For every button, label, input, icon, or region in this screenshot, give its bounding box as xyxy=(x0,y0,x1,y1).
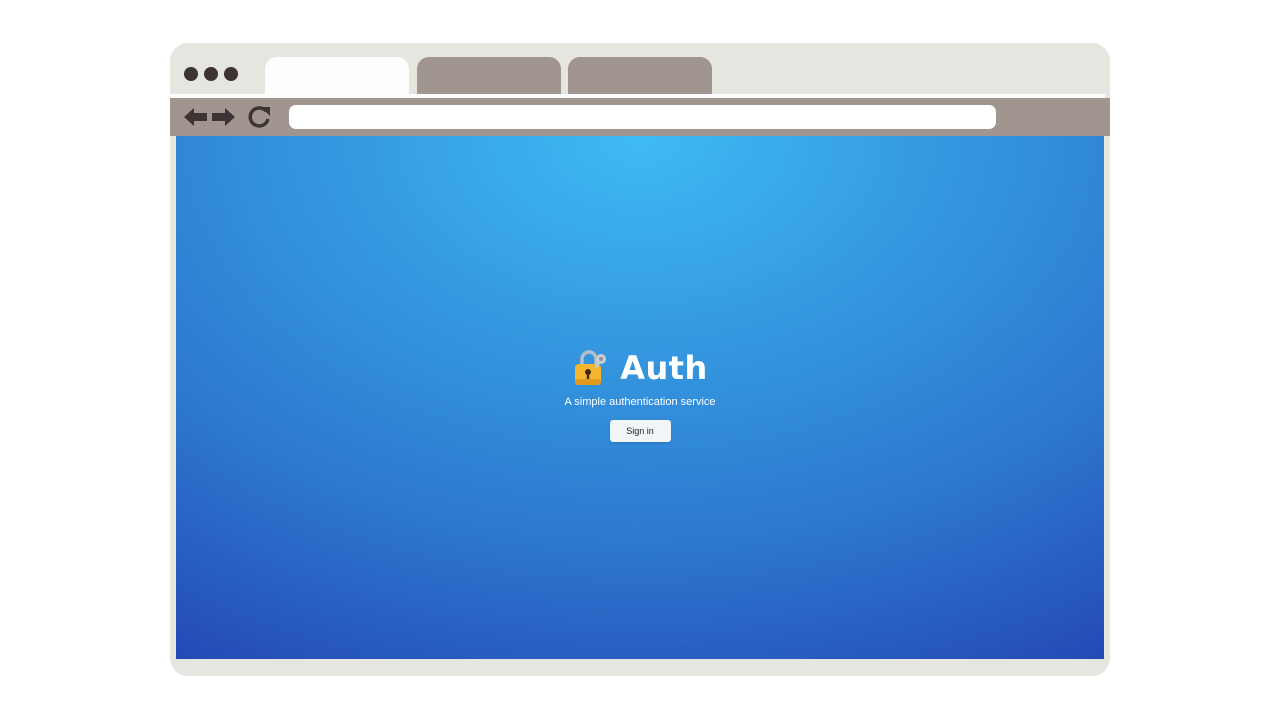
page-viewport: Auth A simple authentication service Sig… xyxy=(176,136,1104,659)
lock-with-key-icon xyxy=(575,350,607,385)
browser-window: Auth A simple authentication service Sig… xyxy=(170,43,1110,676)
window-dot-maximize[interactable] xyxy=(224,67,238,81)
address-bar-input[interactable] xyxy=(289,105,996,129)
browser-toolbar xyxy=(170,98,1110,136)
sign-in-button[interactable]: Sign in xyxy=(609,420,671,442)
window-dot-minimize[interactable] xyxy=(204,67,218,81)
browser-tab-active[interactable] xyxy=(265,57,409,99)
app-subtitle: A simple authentication service xyxy=(564,396,716,408)
reload-icon[interactable] xyxy=(246,104,272,130)
browser-tab-3[interactable] xyxy=(568,57,712,94)
hero-section: Auth A simple authentication service Sig… xyxy=(176,346,1104,442)
browser-tab-2[interactable] xyxy=(417,57,561,94)
window-dot-close[interactable] xyxy=(184,67,198,81)
app-title: Auth xyxy=(620,349,708,387)
title-row: Auth xyxy=(176,346,1104,390)
forward-arrow-icon[interactable] xyxy=(211,106,235,128)
window-controls xyxy=(184,67,238,81)
back-arrow-icon[interactable] xyxy=(184,106,208,128)
